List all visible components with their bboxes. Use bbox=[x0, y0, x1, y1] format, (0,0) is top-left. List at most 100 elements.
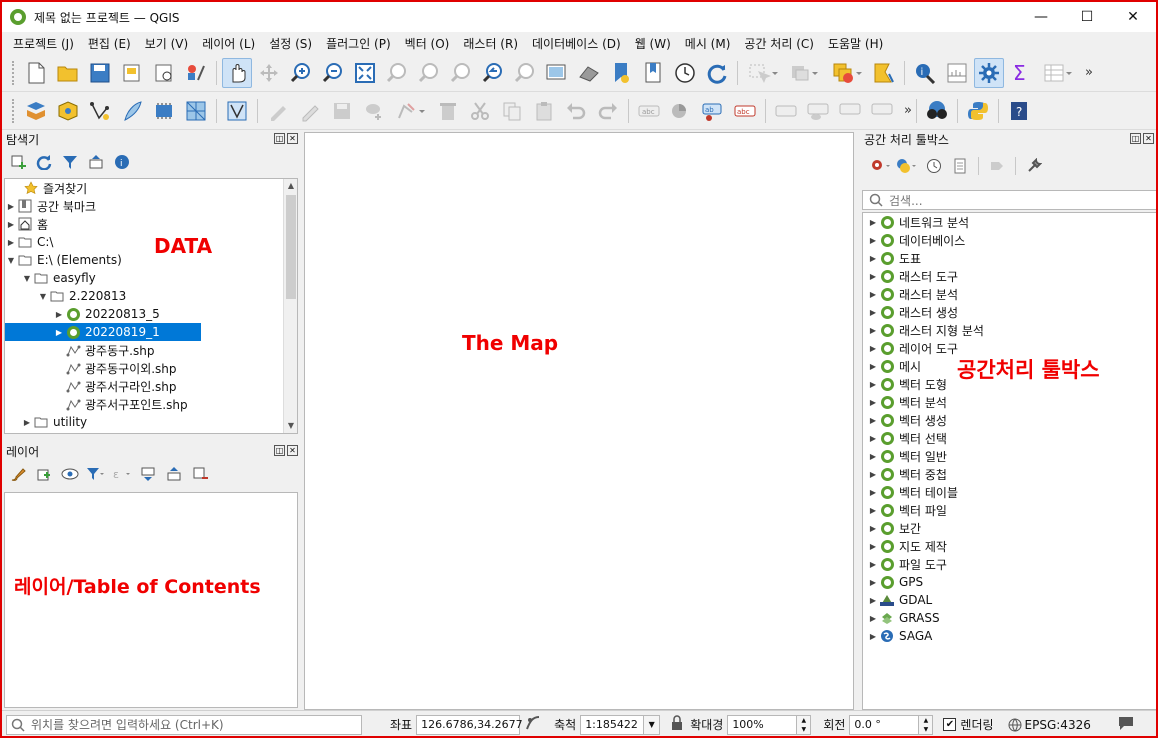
save-edits-button[interactable] bbox=[327, 96, 357, 126]
cut-features-button[interactable] bbox=[465, 96, 495, 126]
toolbox-item-vector-creation[interactable]: ▶ 벡터 생성 bbox=[863, 411, 1156, 429]
tree-item-utility[interactable]: ▶ utility bbox=[5, 413, 297, 431]
plugin-binoculars-button[interactable] bbox=[922, 96, 952, 126]
undo-button[interactable] bbox=[561, 96, 591, 126]
close-panel-button[interactable]: ✕ bbox=[287, 445, 298, 456]
close-panel-button[interactable]: ✕ bbox=[287, 133, 298, 144]
tree-item-drive-e[interactable]: ▼ E:\ (Elements) bbox=[5, 251, 297, 269]
toolbar-grip[interactable] bbox=[12, 98, 16, 123]
zoom-native-button[interactable] bbox=[446, 58, 476, 88]
scale-dropdown-icon[interactable]: ▼ bbox=[644, 714, 661, 735]
layers-tree[interactable] bbox=[4, 492, 298, 708]
tree-item-drive-c[interactable]: ▶ C:\ bbox=[5, 233, 297, 251]
lock-scale-icon[interactable] bbox=[670, 715, 684, 734]
toolbox-item-cartography[interactable]: ▶ 도표 bbox=[863, 249, 1156, 267]
toolbox-item-vector-file[interactable]: ▶ 벡터 파일 bbox=[863, 501, 1156, 519]
zoom-full-button[interactable] bbox=[350, 58, 380, 88]
processing-search-input[interactable]: 검색... bbox=[862, 190, 1156, 210]
open-project-button[interactable] bbox=[53, 58, 83, 88]
processing-options-button[interactable] bbox=[1022, 155, 1046, 177]
maximize-button[interactable]: ☐ bbox=[1064, 2, 1110, 32]
rotation-spin-icon[interactable]: ▲ ▼ bbox=[919, 714, 934, 735]
menu-help[interactable]: 도움말 (H) bbox=[821, 35, 890, 52]
scroll-thumb[interactable] bbox=[286, 195, 296, 299]
redo-button[interactable] bbox=[593, 96, 623, 126]
toolbar-grip[interactable] bbox=[12, 60, 16, 85]
statistics-button[interactable]: Σ bbox=[1006, 58, 1036, 88]
new-shapefile-layer-button[interactable] bbox=[85, 96, 115, 126]
magnifier-spin-icon[interactable]: ▲ ▼ bbox=[797, 714, 812, 735]
highlight-pin-labels-button[interactable]: ab bbox=[698, 96, 728, 126]
toolbox-item-map-making[interactable]: ▶ 지도 제작 bbox=[863, 537, 1156, 555]
close-button[interactable]: ✕ bbox=[1110, 2, 1156, 32]
processing-toolbox-button[interactable] bbox=[974, 57, 1004, 88]
label-toolbar-button[interactable]: abc bbox=[730, 96, 760, 126]
data-source-manager-button[interactable] bbox=[21, 96, 51, 126]
collapse-all-button[interactable] bbox=[84, 151, 108, 173]
style-manager-button[interactable] bbox=[181, 58, 211, 88]
new-project-button[interactable] bbox=[21, 58, 51, 88]
refresh-browser-button[interactable] bbox=[32, 151, 56, 173]
rotation-field[interactable]: 0.0 ° bbox=[849, 714, 920, 735]
scroll-up-arrow-icon[interactable]: ▲ bbox=[284, 179, 297, 193]
toolbox-item-raster-tools[interactable]: ▶ 래스터 도구 bbox=[863, 267, 1156, 285]
zoom-next-button[interactable] bbox=[510, 58, 540, 88]
new-map-view-button[interactable] bbox=[542, 58, 572, 88]
help-contents-button[interactable]: ? bbox=[1004, 96, 1034, 126]
identify-features-button[interactable]: i bbox=[910, 58, 940, 88]
scale-field[interactable]: 1:185422 bbox=[580, 714, 645, 735]
new-gpkg-layer-button[interactable] bbox=[53, 96, 83, 126]
magnifier-field[interactable]: 100% bbox=[727, 714, 798, 735]
move-label-button[interactable] bbox=[835, 96, 865, 126]
tree-item-shp-seogu-line[interactable]: 광주서구라인.shp bbox=[5, 377, 297, 395]
new-spatialite-layer-button[interactable] bbox=[117, 96, 147, 126]
toolbox-item-vector-overlay[interactable]: ▶ 벡터 중첩 bbox=[863, 465, 1156, 483]
toolbox-item-vector-table[interactable]: ▶ 벡터 테이블 bbox=[863, 483, 1156, 501]
results-viewer-button[interactable] bbox=[948, 155, 972, 177]
layer-labeling-button[interactable]: abc bbox=[634, 96, 664, 126]
coordinate-field[interactable]: 126.6786,34.2677 bbox=[416, 714, 523, 735]
zoom-out-button[interactable] bbox=[318, 58, 348, 88]
select-by-value-button[interactable] bbox=[785, 58, 825, 88]
menu-processing[interactable]: 공간 처리 (C) bbox=[737, 35, 821, 52]
attribute-table-button[interactable] bbox=[1038, 58, 1078, 88]
rotate-label-button[interactable] bbox=[867, 96, 897, 126]
edit-features-in-place-button[interactable] bbox=[985, 155, 1009, 177]
add-feature-button[interactable] bbox=[359, 96, 389, 126]
float-panel-button[interactable]: ◫ bbox=[274, 133, 285, 144]
open-layer-styling-button[interactable] bbox=[6, 463, 30, 485]
diagram-options-button[interactable] bbox=[666, 96, 696, 126]
menu-plugins[interactable]: 플러그인 (P) bbox=[319, 35, 398, 52]
pan-map-button[interactable] bbox=[222, 57, 252, 88]
models-button[interactable] bbox=[870, 155, 894, 177]
expand-all-button[interactable] bbox=[136, 463, 160, 485]
menu-layer[interactable]: 레이어 (L) bbox=[195, 35, 262, 52]
scripts-button[interactable] bbox=[896, 155, 920, 177]
toolbox-item-gps[interactable]: ▶ GPS bbox=[863, 573, 1156, 591]
toolbox-item-raster-creation[interactable]: ▶ 래스터 생성 bbox=[863, 303, 1156, 321]
filter-by-expression-button[interactable]: ε bbox=[110, 463, 134, 485]
toggle-editing-button[interactable] bbox=[295, 96, 325, 126]
toolbar-overflow-icon[interactable]: » bbox=[904, 103, 912, 118]
minimize-button[interactable]: — bbox=[1018, 2, 1064, 32]
tree-item-project-20220819-1[interactable]: ▶ 20220819_1 bbox=[5, 323, 201, 341]
new-print-layout-button[interactable] bbox=[117, 58, 147, 88]
tree-item-home[interactable]: ▶ 홈 bbox=[5, 215, 297, 233]
toolbox-item-interpolation[interactable]: ▶ 보간 bbox=[863, 519, 1156, 537]
measure-button[interactable] bbox=[942, 58, 972, 88]
crs-button[interactable]: EPSG:4326 bbox=[1008, 718, 1091, 732]
zoom-last-button[interactable] bbox=[478, 58, 508, 88]
save-project-button[interactable] bbox=[85, 58, 115, 88]
layout-manager-button[interactable] bbox=[149, 58, 179, 88]
tree-item-shp-donggu-other[interactable]: 광주동구이외.shp bbox=[5, 359, 297, 377]
python-console-button[interactable] bbox=[963, 96, 993, 126]
toolbox-item-saga[interactable]: ▶ SAGA bbox=[863, 627, 1156, 645]
toolbox-item-grass[interactable]: ▶ GRASS bbox=[863, 609, 1156, 627]
menu-database[interactable]: 데이터베이스 (D) bbox=[525, 35, 628, 52]
zoom-to-selection-button[interactable] bbox=[382, 58, 412, 88]
float-panel-button[interactable]: ◫ bbox=[1130, 133, 1141, 144]
toolbox-item-gdal[interactable]: ▶ GDAL bbox=[863, 591, 1156, 609]
add-group-button[interactable] bbox=[32, 463, 56, 485]
filter-browser-button[interactable] bbox=[58, 151, 82, 173]
toolbox-item-network-analysis[interactable]: ▶ 네트워크 분석 bbox=[863, 213, 1156, 231]
